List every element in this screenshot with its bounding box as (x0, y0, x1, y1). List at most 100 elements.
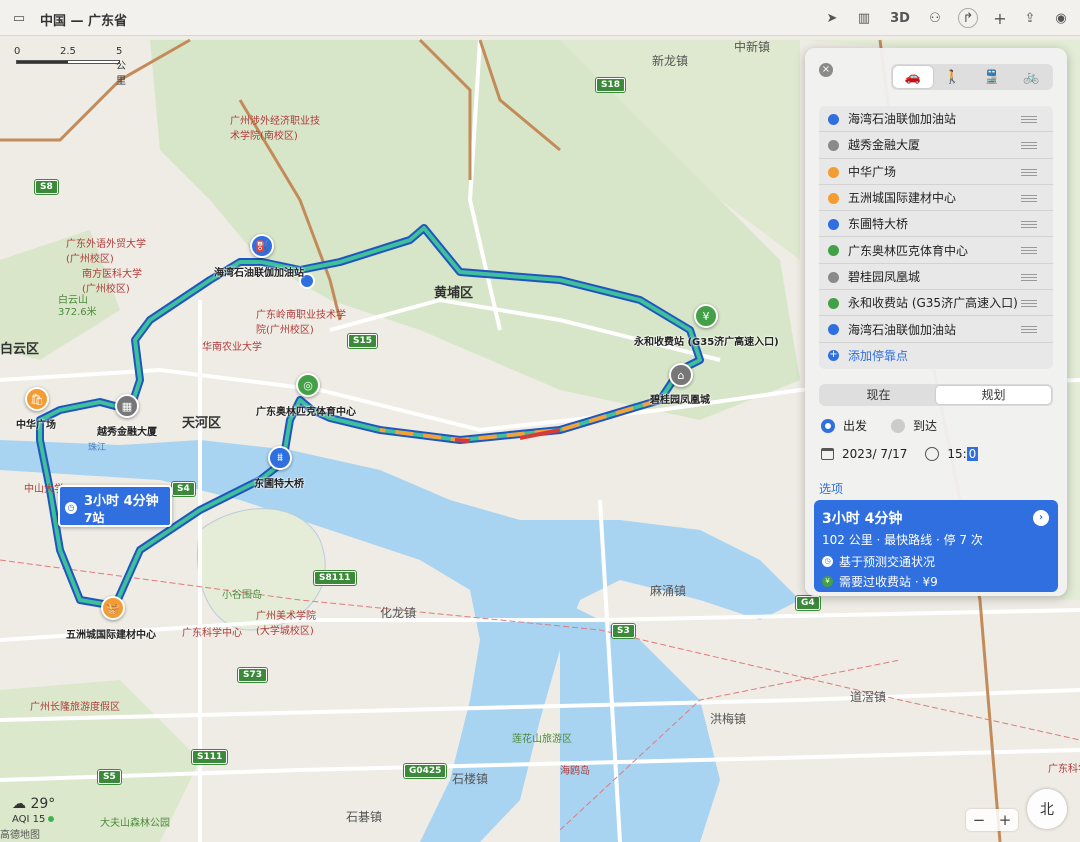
sidebar-toggle-icon[interactable]: ▭ (8, 8, 30, 28)
segment-now[interactable]: 现在 (821, 386, 936, 404)
shopping-icon[interactable]: 🛍 (25, 387, 49, 411)
road-shield: G4 (796, 596, 820, 610)
home-icon[interactable]: ⌂ (669, 363, 693, 387)
town-label: 麻涌镇 (650, 584, 687, 598)
stop-item[interactable]: 永和收费站 (G35济广高速入口) (819, 290, 1053, 317)
look-around-icon[interactable]: ⚇ (924, 8, 946, 28)
route-note-traffic: 基于预测交通状况 (839, 555, 936, 569)
district-label: 天河区 (182, 416, 222, 431)
toll-icon: ¥ (822, 576, 833, 587)
stop-icon (828, 114, 839, 125)
stadium-icon[interactable]: ◎ (296, 373, 320, 397)
drag-handle-icon[interactable] (1021, 326, 1037, 334)
location-icon[interactable]: ➤ (821, 8, 843, 28)
time-segment-control: 现在 规划 (819, 384, 1053, 406)
mode-bike[interactable]: 🚲 (1012, 66, 1052, 88)
callout-duration: 3小时 4分钟 (84, 494, 159, 509)
map-attribution: 高德地图 (0, 830, 40, 841)
stop-item[interactable]: 中华广场 (819, 159, 1053, 185)
segment-plan[interactable]: 规划 (936, 386, 1051, 404)
district-label: 黄埔区 (434, 286, 474, 301)
road-shield: S8111 (314, 571, 356, 585)
poi-label: 海鸥岛 (560, 766, 590, 777)
drag-handle-icon[interactable] (1021, 168, 1037, 176)
fuel-icon[interactable]: ⛽ (250, 234, 274, 258)
scale-mark-0: 0 (14, 46, 21, 57)
zoom-out-button[interactable]: − (973, 811, 986, 829)
poi-label: 华南农业大学 (202, 342, 262, 353)
stop-icon (828, 166, 839, 178)
stop-icon (828, 324, 839, 336)
directions-icon[interactable]: ↱ (958, 8, 978, 28)
basket-icon[interactable]: 🧺 (101, 596, 125, 620)
stop-item[interactable]: 广东奥林匹克体育中心 (819, 237, 1053, 264)
route-card[interactable]: 3小时 4分钟 102 公里 · 最快路线 · 停 7 次 ◷ 基于预测交通状况 … (814, 500, 1058, 592)
pin-label: 东圃特大桥 (254, 479, 304, 490)
date-field[interactable]: 2023/ 7/17 (842, 447, 907, 461)
town-label: 洪梅镇 (710, 712, 747, 726)
directions-panel: × 🚗 🚶 🚆 🚲 海湾石油联伽加油站 越秀金融大厦 中华广场 五洲城国际建材中… (805, 48, 1067, 596)
clock-icon: ◷ (65, 502, 77, 514)
town-label: 石楼镇 (452, 772, 489, 786)
add-stop-button[interactable]: + 添加停靠点 (819, 343, 1053, 369)
radio-depart[interactable]: 出发 (821, 417, 867, 434)
chevron-right-icon[interactable]: › (1033, 510, 1049, 526)
yen-icon[interactable]: ¥ (694, 304, 718, 328)
temperature: 29° (30, 796, 56, 812)
drag-handle-icon[interactable] (1021, 116, 1037, 123)
stop-item[interactable]: 碧桂园凤凰城 (819, 264, 1053, 291)
stop-item[interactable]: 海湾石油联伽加油站 (819, 316, 1053, 343)
route-callout[interactable]: ◷ 3小时 4分钟 7站 (58, 485, 172, 527)
road-shield: S4 (172, 482, 195, 496)
town-label: 道滘镇 (850, 690, 887, 704)
transport-mode-selector: 🚗 🚶 🚆 🚲 (891, 64, 1053, 90)
zoom-in-button[interactable]: + (999, 811, 1012, 829)
poi-label: 广东科学中心 (182, 628, 242, 639)
3d-button[interactable]: 3D (887, 8, 913, 28)
poi-label: 莲花山旅游区 (512, 734, 572, 745)
drag-handle-icon[interactable] (1021, 273, 1037, 281)
drag-handle-icon[interactable] (1021, 194, 1037, 202)
road-shield: S8 (35, 180, 58, 194)
add-icon[interactable]: + (989, 8, 1011, 28)
compass[interactable]: 北 (1027, 789, 1067, 829)
building-icon[interactable]: ▦ (115, 394, 139, 418)
pin-label: 中华广场 (16, 420, 56, 431)
stops-list: 海湾石油联伽加油站 越秀金融大厦 中华广场 五洲城国际建材中心 东圃特大桥 广东… (819, 106, 1053, 369)
stop-icon (828, 245, 839, 257)
clock-icon: ◷ (822, 556, 833, 567)
mode-car[interactable]: 🚗 (893, 66, 933, 88)
pin-label: 五洲城国际建材中心 (66, 630, 156, 641)
drag-handle-icon[interactable] (1021, 300, 1037, 308)
stop-item[interactable]: 海湾石油联伽加油站 (819, 106, 1053, 133)
drag-handle-icon[interactable] (1021, 247, 1037, 255)
stop-item[interactable]: 越秀金融大厦 (819, 132, 1053, 159)
stop-item[interactable]: 东圃特大桥 (819, 211, 1053, 238)
close-icon[interactable]: × (819, 63, 833, 77)
radio-arrive[interactable]: 到达 (891, 417, 937, 434)
pin-label: 越秀金融大厦 (97, 427, 157, 438)
window-title: 中国 — 广东省 (40, 14, 128, 29)
map-mode-icon[interactable]: ▥ (853, 8, 875, 28)
pin-label: 广东奥林匹克体育中心 (256, 407, 356, 418)
zoom-control: − + (966, 809, 1018, 831)
options-link[interactable]: 选项 (819, 480, 843, 497)
road-shield: S15 (348, 334, 378, 348)
mode-walk[interactable]: 🚶 (933, 66, 973, 88)
callout-stops: 7站 (84, 511, 105, 525)
mode-transit[interactable]: 🚆 (972, 66, 1012, 88)
poi-label: 小谷围岛 (222, 590, 262, 601)
scale-bar: 0 2.5 5 公里 (14, 46, 126, 87)
bridge-icon[interactable]: ⩩ (268, 446, 292, 470)
road-shield: S5 (98, 770, 121, 784)
drag-handle-icon[interactable] (1021, 221, 1037, 229)
stop-icon (828, 192, 839, 204)
stop-item[interactable]: 五洲城国际建材中心 (819, 185, 1053, 212)
road-shield: S3 (612, 624, 635, 638)
time-field[interactable]: 15: 0 (947, 447, 979, 461)
share-icon[interactable]: ⇪ (1019, 8, 1041, 28)
poi-label: 大夫山森林公园 (100, 818, 170, 829)
route-duration: 3小时 4分钟 (822, 511, 903, 527)
account-icon[interactable]: ◉ (1050, 8, 1072, 28)
drag-handle-icon[interactable] (1021, 142, 1037, 150)
